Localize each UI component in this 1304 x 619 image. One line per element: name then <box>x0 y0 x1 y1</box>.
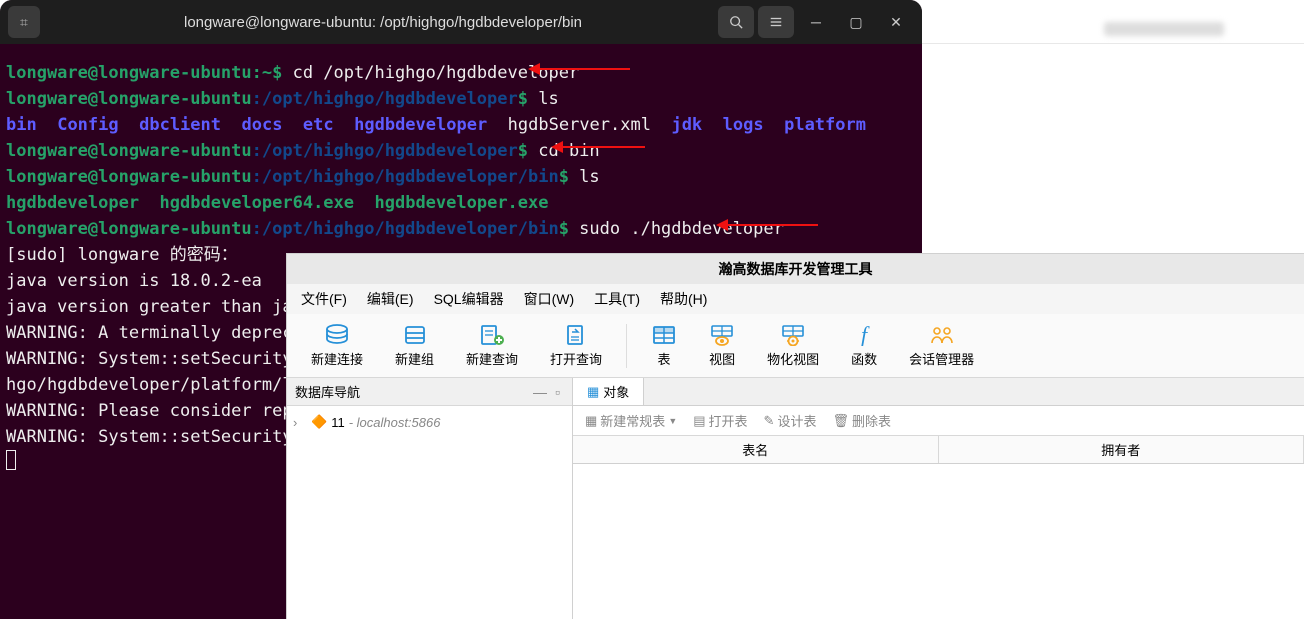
table-button[interactable]: 表 <box>635 318 693 374</box>
table-area: 表名 拥有者 <box>573 436 1304 619</box>
panel-menu-icon[interactable]: ▫ <box>551 384 564 400</box>
tool-label: 函数 <box>851 349 877 368</box>
object-tab-icon: ▦ <box>587 384 599 400</box>
database-icon <box>324 324 350 346</box>
terminal-title: longware@longware-ubuntu: /opt/highgo/hg… <box>52 14 714 31</box>
chevron-right-icon: › <box>293 415 307 430</box>
toolbar-separator <box>626 324 627 368</box>
minimize-panel-icon[interactable]: — <box>529 384 551 400</box>
nav-header: 数据库导航 — ▫ <box>287 378 572 406</box>
toolbar: 新建连接 新建组 新建查询 打开查询 表 视图 物化视图 f 函数 <box>287 314 1304 378</box>
terminal-titlebar: ⌗ longware@longware-ubuntu: /opt/highgo/… <box>0 0 922 44</box>
main-panel: ▦ 对象 ▦ 新建常规表 ▼ ▤ 打开表 ✎ 设计表 <box>573 378 1304 619</box>
ls-bin-output: hgdbdeveloper hgdbdeveloper64.exe hgdbde… <box>6 190 916 216</box>
tool-label: 视图 <box>709 349 735 368</box>
function-icon: f <box>851 324 877 346</box>
tree-label: 11 <box>331 415 345 430</box>
gui-body: 数据库导航 — ▫ › 🔶 11 - localhost:5866 ▦ 对象 <box>287 378 1304 619</box>
search-icon[interactable] <box>718 6 754 38</box>
terminal-app-icon: ⌗ <box>8 6 40 38</box>
background-window-strip <box>922 0 1304 44</box>
mat-view-icon <box>780 324 806 346</box>
tree-item-connection[interactable]: › 🔶 11 - localhost:5866 <box>291 412 568 432</box>
view-button[interactable]: 视图 <box>693 318 751 374</box>
tool-label: 新建查询 <box>466 349 518 368</box>
new-query-button[interactable]: 新建查询 <box>450 318 534 374</box>
dropdown-icon: ▼ <box>668 416 677 426</box>
svg-text:f: f <box>861 324 870 346</box>
nav-panel: 数据库导航 — ▫ › 🔶 11 - localhost:5866 <box>287 378 573 619</box>
hamburger-menu-icon[interactable] <box>758 6 794 38</box>
blurred-text <box>1104 22 1224 36</box>
column-owner[interactable]: 拥有者 <box>939 436 1304 463</box>
new-connection-button[interactable]: 新建连接 <box>295 318 379 374</box>
nav-title: 数据库导航 <box>295 382 529 401</box>
ls-output: bin Config dbclient docs etc hgdbdevelop… <box>6 112 916 138</box>
db-icon: 🔶 <box>311 414 327 430</box>
new-table-button[interactable]: ▦ 新建常规表 ▼ <box>579 409 683 432</box>
trash-icon: 🗑 <box>832 413 849 429</box>
new-query-icon <box>479 324 505 346</box>
function-button[interactable]: f 函数 <box>835 318 893 374</box>
new-group-button[interactable]: 新建组 <box>379 318 450 374</box>
terminal-cursor <box>6 450 16 470</box>
minimize-button[interactable]: ─ <box>798 6 834 38</box>
pencil-icon: ✎ <box>764 413 775 429</box>
annotation-arrow <box>555 146 645 148</box>
column-table-name[interactable]: 表名 <box>573 436 939 463</box>
tool-label: 物化视图 <box>767 349 819 368</box>
tool-label: 表 <box>658 349 671 368</box>
menubar: 文件(F) 编辑(E) SQL编辑器 窗口(W) 工具(T) 帮助(H) <box>287 284 1304 314</box>
view-icon <box>709 324 735 346</box>
open-query-icon <box>563 324 589 346</box>
gui-title: 瀚高数据库开发管理工具 <box>287 254 1304 284</box>
gui-window: 瀚高数据库开发管理工具 文件(F) 编辑(E) SQL编辑器 窗口(W) 工具(… <box>286 253 1304 619</box>
session-icon <box>929 324 955 346</box>
tab-label: 对象 <box>603 382 629 401</box>
menu-tools[interactable]: 工具(T) <box>584 285 650 313</box>
annotation-arrow <box>532 68 630 70</box>
tool-label: 打开查询 <box>550 349 602 368</box>
table-header: 表名 拥有者 <box>573 436 1304 464</box>
menu-sql[interactable]: SQL编辑器 <box>424 285 514 313</box>
tab-objects[interactable]: ▦ 对象 <box>573 378 644 405</box>
materialized-view-button[interactable]: 物化视图 <box>751 318 835 374</box>
menu-file[interactable]: 文件(F) <box>291 285 357 313</box>
menu-edit[interactable]: 编辑(E) <box>357 285 424 313</box>
close-button[interactable]: ✕ <box>878 6 914 38</box>
sub-toolbar: ▦ 新建常规表 ▼ ▤ 打开表 ✎ 设计表 🗑 删除表 <box>573 406 1304 436</box>
menu-window[interactable]: 窗口(W) <box>514 285 585 313</box>
delete-table-button[interactable]: 🗑 删除表 <box>826 409 897 432</box>
menu-help[interactable]: 帮助(H) <box>650 285 717 313</box>
open-icon: ▤ <box>693 413 705 429</box>
tool-label: 新建连接 <box>311 349 363 368</box>
prompt-user: longware@longware-ubuntu <box>6 63 252 83</box>
session-manager-button[interactable]: 会话管理器 <box>893 318 990 374</box>
annotation-arrow <box>720 224 818 226</box>
tool-label: 新建组 <box>395 349 434 368</box>
design-table-button[interactable]: ✎ 设计表 <box>758 409 823 432</box>
tab-row: ▦ 对象 <box>573 378 1304 406</box>
tool-label: 会话管理器 <box>909 349 974 368</box>
table-add-icon: ▦ <box>585 413 597 429</box>
open-query-button[interactable]: 打开查询 <box>534 318 618 374</box>
tree-host: - localhost:5866 <box>349 415 441 430</box>
open-table-button[interactable]: ▤ 打开表 <box>687 409 753 432</box>
nav-tree: › 🔶 11 - localhost:5866 <box>287 406 572 438</box>
group-icon <box>402 324 428 346</box>
maximize-button[interactable]: ▢ <box>838 6 874 38</box>
table-icon <box>651 324 677 346</box>
